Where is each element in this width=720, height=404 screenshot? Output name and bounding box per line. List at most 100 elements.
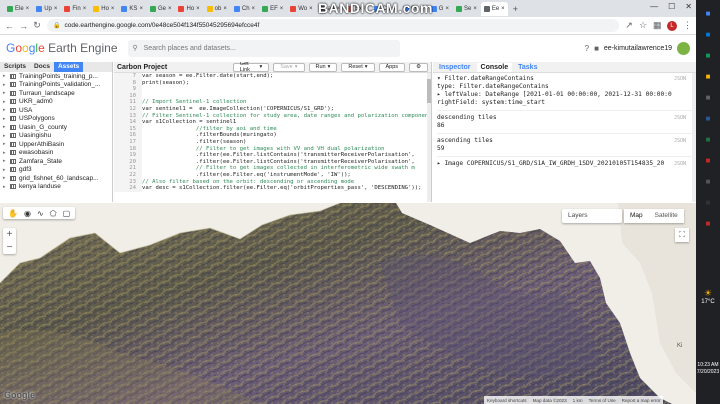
forward-icon[interactable]: → — [19, 21, 28, 31]
tab-console[interactable]: Console — [476, 62, 513, 72]
attribution-item[interactable]: Terms of Use — [589, 398, 616, 403]
tab-scripts[interactable]: Scripts — [0, 62, 30, 72]
browser-tab[interactable]: EF × — [259, 2, 286, 16]
word-icon[interactable]: ■ — [701, 111, 715, 125]
fullscreen-icon[interactable]: ⛶ — [675, 228, 689, 242]
app-icon[interactable]: ■ — [701, 153, 715, 167]
zoom-in-button[interactable]: + — [3, 228, 16, 241]
browser-tab[interactable]: KS × — [118, 2, 146, 16]
map-type-satellite[interactable]: Satellite — [648, 209, 684, 223]
scrollbar-thumb[interactable] — [427, 79, 431, 103]
browser-tab[interactable]: Ee × — [480, 1, 508, 16]
tab-close-icon[interactable]: × — [252, 6, 256, 12]
browser-tab[interactable]: Ho × — [175, 2, 202, 16]
zoom-out-button[interactable]: − — [3, 241, 16, 254]
rectangle-icon[interactable]: ▢ — [63, 209, 71, 218]
console-line[interactable]: ▸ Image COPERNICUS/S1_GRD/S1A_IW_GRDH_1S… — [437, 160, 692, 168]
store-icon[interactable]: ■ — [701, 90, 715, 104]
code-area[interactable]: 7 var season = ee.Filter.date(start,end);… — [114, 73, 431, 192]
asset-item[interactable]: ▸ USPolygons — [0, 115, 112, 124]
folder-icon[interactable]: ■ — [701, 69, 715, 83]
asset-item[interactable]: ▸ Turraun_landscape — [0, 89, 112, 98]
apps-button[interactable]: Apps — [378, 62, 406, 72]
layers-button[interactable]: Layers — [562, 209, 622, 223]
close-icon[interactable]: ✕ — [685, 2, 692, 11]
json-link[interactable]: JSON — [674, 137, 692, 145]
back-icon[interactable]: ← — [5, 21, 14, 31]
editor-scrollbar[interactable] — [427, 73, 431, 202]
asset-item[interactable]: ▸ Uasingishu — [0, 132, 112, 141]
clock[interactable]: 10:23 AM 7/20/2023 — [696, 362, 720, 376]
asset-item[interactable]: ▸ Zamfara_State — [0, 157, 112, 166]
browser-tab[interactable]: Se × — [453, 2, 480, 16]
tab-close-icon[interactable]: × — [280, 6, 284, 12]
edge-icon[interactable]: ■ — [701, 48, 715, 62]
asset-item[interactable]: ▸ ewasobasin — [0, 149, 112, 158]
tab-close-icon[interactable]: × — [309, 6, 313, 12]
asset-item[interactable]: ▸ UKR_adm0 — [0, 98, 112, 107]
help-icon[interactable]: ? — [585, 44, 589, 53]
line-icon[interactable]: ∿ — [37, 209, 44, 218]
menu-icon[interactable]: ⋮ — [683, 20, 692, 31]
chrome-icon[interactable]: ■ — [701, 6, 715, 20]
browser-tab[interactable]: Ho × — [90, 2, 117, 16]
json-link[interactable]: JSON — [674, 114, 692, 122]
attribution-item[interactable]: Report a map error — [622, 398, 661, 403]
maximize-icon[interactable]: ☐ — [668, 2, 675, 11]
tab-close-icon[interactable]: × — [168, 6, 172, 12]
attribution-item[interactable]: 1 km — [573, 398, 583, 403]
attribution-item[interactable]: Keyboard shortcuts — [487, 398, 527, 403]
console-line[interactable]: descending tiles JSON — [437, 114, 692, 122]
mail-icon[interactable]: ■ — [701, 27, 715, 41]
notifications-icon[interactable]: ■ — [594, 44, 599, 53]
share-icon[interactable]: ↗ — [625, 20, 633, 31]
tab-close-icon[interactable]: × — [139, 6, 143, 12]
console-line[interactable]: ascending tiles JSON — [437, 137, 692, 145]
asset-item[interactable]: ▸ TrainingPoints_validation_... — [0, 81, 112, 90]
browser-tab[interactable]: Ch × — [231, 2, 258, 16]
tab-close-icon[interactable]: × — [473, 6, 477, 12]
browser-tab[interactable]: ob × — [204, 2, 230, 16]
tab-close-icon[interactable]: × — [83, 6, 87, 12]
url-input[interactable]: 🔒 code.earthengine.google.com/0e48ce504f… — [47, 19, 619, 32]
avatar[interactable] — [677, 41, 690, 55]
map-type-map[interactable]: Map — [624, 209, 649, 223]
asset-item[interactable]: ▸ grid_fishnet_60_landscap... — [0, 174, 112, 183]
json-link[interactable]: JSON — [674, 75, 692, 83]
weather-widget[interactable]: ☀ 17°C — [696, 288, 720, 305]
search-input[interactable]: ⚲ Search places and datasets... — [127, 39, 400, 57]
tab-close-icon[interactable]: × — [111, 6, 115, 12]
asset-item[interactable]: ▸ USA — [0, 106, 112, 115]
tab-inspector[interactable]: Inspector — [435, 63, 475, 72]
browser-tab[interactable]: Ele × — [4, 2, 32, 16]
asset-item[interactable]: ▸ UpperAthiBasin — [0, 140, 112, 149]
record-icon[interactable]: ■ — [701, 216, 715, 230]
marker-icon[interactable]: ◉ — [24, 209, 31, 218]
hand-icon[interactable]: ✋ — [8, 209, 18, 218]
reload-icon[interactable]: ↻ — [33, 20, 41, 31]
gee-logo[interactable]: Google Earth Engine — [6, 41, 118, 55]
new-tab-button[interactable]: + — [509, 4, 522, 14]
extensions-icon[interactable]: ▦ — [653, 20, 662, 31]
polygon-icon[interactable]: ⬠ — [50, 209, 57, 218]
terminal-icon[interactable]: ■ — [701, 195, 715, 209]
attribution-item[interactable]: Map data ©2023 — [533, 398, 567, 403]
star-icon[interactable]: ☆ — [639, 20, 647, 31]
json-link[interactable]: JSON — [674, 160, 692, 168]
console-line[interactable]: ▾ Filter.dateRangeContains JSON — [437, 75, 692, 83]
browser-tab[interactable]: Fin × — [61, 2, 89, 16]
browser-tab[interactable]: Up × — [33, 2, 60, 16]
tab-close-icon[interactable]: × — [196, 6, 200, 12]
profile-avatar[interactable]: L — [667, 20, 677, 31]
asset-item[interactable]: ▸ TrainingPoints_training_p... — [0, 72, 112, 81]
account-name[interactable]: ee-kimutailawrence19 — [604, 45, 672, 52]
media-icon[interactable]: ■ — [701, 174, 715, 188]
browser-tab[interactable]: Ge × — [147, 2, 175, 16]
tab-tasks[interactable]: Tasks — [514, 63, 541, 72]
asset-item[interactable]: ▸ gdf3 — [0, 166, 112, 175]
tab-close-icon[interactable]: × — [445, 6, 449, 12]
tab-close-icon[interactable]: × — [223, 6, 227, 12]
settings-icon[interactable]: ⚙ — [409, 62, 428, 72]
tab-close-icon[interactable]: × — [54, 6, 58, 12]
minimize-icon[interactable]: — — [650, 2, 658, 11]
